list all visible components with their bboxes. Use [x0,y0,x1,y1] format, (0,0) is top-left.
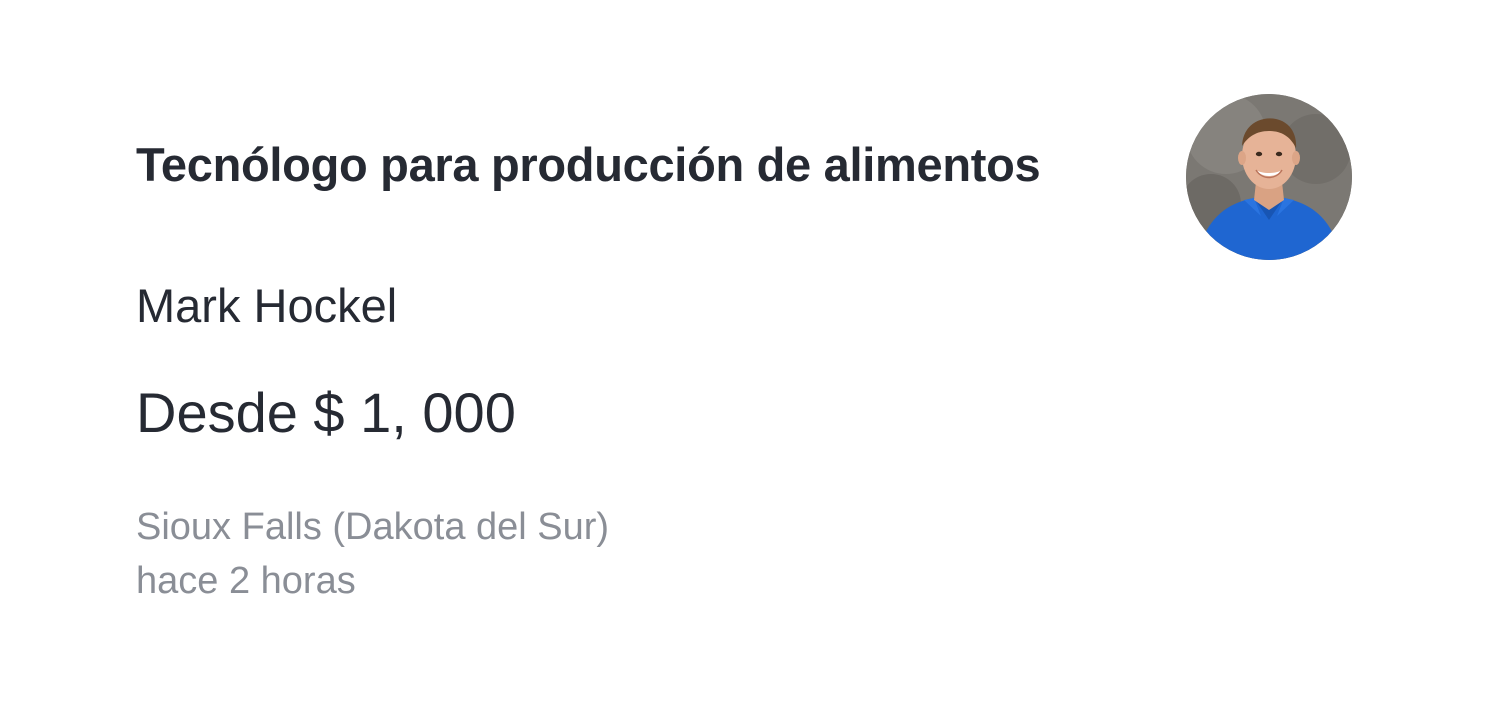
avatar[interactable] [1186,94,1352,260]
listing-title[interactable]: Tecnólogo para producción de alimentos [136,134,1041,196]
location-text: Sioux Falls (Dakota del Sur) [136,506,610,548]
author-name[interactable]: Mark Hockel [136,275,397,337]
avatar-photo-icon [1186,94,1352,260]
listing-meta: Sioux Falls (Dakota del Sur) hace 2 hora… [136,500,609,608]
listing-card[interactable]: Tecnólogo para producción de alimentos M… [0,0,1488,720]
price-label: Desde $ 1, 000 [136,381,516,444]
posted-time: hace 2 horas [136,560,356,602]
